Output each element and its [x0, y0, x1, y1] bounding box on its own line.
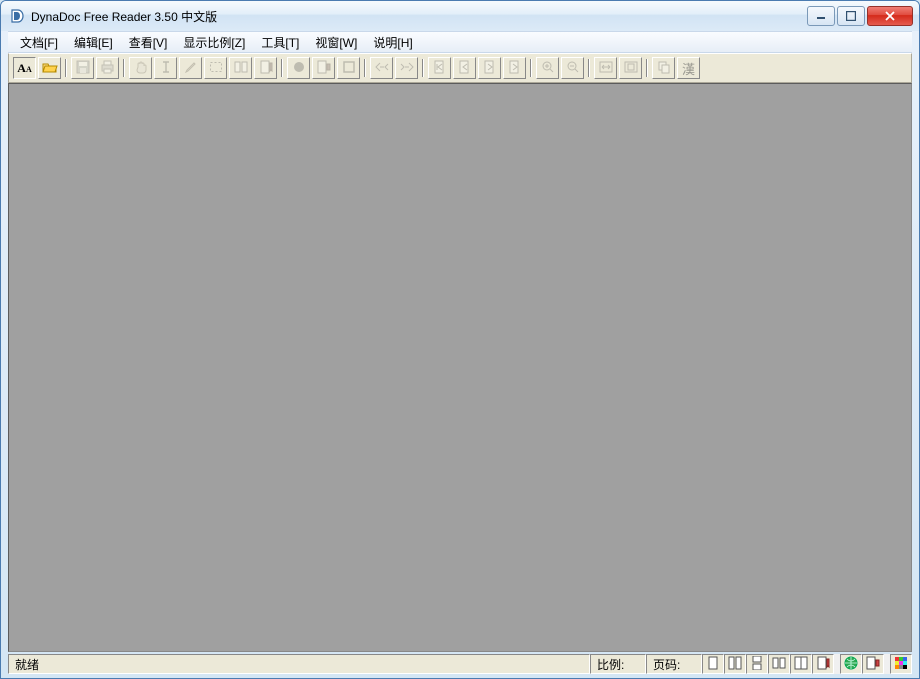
- text-select-button[interactable]: [154, 57, 177, 79]
- print-icon: [100, 60, 115, 77]
- hand-tool-button[interactable]: [129, 57, 152, 79]
- status-nav-button[interactable]: [862, 654, 884, 674]
- fit-width-icon: [599, 61, 613, 76]
- status-nav-icon: [866, 656, 880, 673]
- menu-file[interactable]: 文档[F]: [12, 32, 66, 53]
- close-button[interactable]: [867, 6, 913, 26]
- back-button[interactable]: [370, 57, 393, 79]
- pencil-icon: [184, 60, 198, 77]
- status-single-page-button[interactable]: [702, 654, 724, 674]
- status-bookmark-button[interactable]: [812, 654, 834, 674]
- continuous-icon: [751, 656, 763, 673]
- fit-page-icon: [624, 61, 638, 76]
- fit-page-button[interactable]: [619, 57, 642, 79]
- font-button[interactable]: AA: [13, 57, 36, 79]
- single-page-icon: [707, 656, 719, 673]
- fwd-back-icon: [399, 61, 415, 76]
- next-page-button[interactable]: [478, 57, 501, 79]
- status-ready: 就绪: [8, 654, 590, 674]
- prev-page-button[interactable]: [453, 57, 476, 79]
- record-button[interactable]: [287, 57, 310, 79]
- next-page-icon: [483, 60, 497, 77]
- bookmark-button[interactable]: [254, 57, 277, 79]
- status-palette-button[interactable]: [890, 654, 912, 674]
- bookmark-icon: [259, 60, 273, 77]
- thumbs-icon: [772, 657, 786, 672]
- open-folder-icon: [42, 60, 58, 77]
- zoom-in-icon: [541, 60, 555, 77]
- menu-edit[interactable]: 编辑[E]: [66, 32, 121, 53]
- window-controls: [805, 6, 913, 26]
- zoom-out-icon: [566, 60, 580, 77]
- toolbar-separator: [63, 57, 69, 79]
- cjk-icon: 漢: [682, 59, 695, 78]
- two-page-icon: [728, 656, 742, 673]
- page-thumb-icon: [234, 61, 248, 76]
- title-bar[interactable]: DynaDoc Free Reader 3.50 中文版: [1, 1, 919, 31]
- toolbar-separator: [362, 57, 368, 79]
- text-select-icon: [160, 60, 172, 77]
- rect-dash-icon: [209, 61, 223, 76]
- status-two-page-button[interactable]: [724, 654, 746, 674]
- zoom-in-button[interactable]: [536, 57, 559, 79]
- copy-button[interactable]: [652, 57, 675, 79]
- menu-window[interactable]: 视窗[W]: [307, 32, 365, 53]
- toolbar-separator: [279, 57, 285, 79]
- status-bookmark-icon: [816, 656, 830, 673]
- toolbar: AA: [8, 53, 912, 83]
- status-page-label: 页码:: [646, 654, 702, 674]
- open-button[interactable]: [38, 57, 61, 79]
- toolbar-separator: [586, 57, 592, 79]
- fit-width-button[interactable]: [594, 57, 617, 79]
- window-title: DynaDoc Free Reader 3.50 中文版: [31, 8, 805, 25]
- app-icon: [9, 8, 25, 24]
- palette-icon: [894, 656, 908, 673]
- toolbar-separator: [528, 57, 534, 79]
- toolbar-separator: [121, 57, 127, 79]
- last-page-button[interactable]: [503, 57, 526, 79]
- first-page-button[interactable]: [428, 57, 451, 79]
- status-continuous-button[interactable]: [746, 654, 768, 674]
- toolbar-separator: [420, 57, 426, 79]
- maximize-button[interactable]: [837, 6, 865, 26]
- pencil-button[interactable]: [179, 57, 202, 79]
- status-bar: 就绪 比例: 页码:: [8, 654, 912, 674]
- square-icon: [343, 61, 355, 76]
- forward-button[interactable]: [395, 57, 418, 79]
- menu-zoom[interactable]: 显示比例[Z]: [175, 32, 253, 53]
- thumbnail-button[interactable]: [229, 57, 252, 79]
- minimize-button[interactable]: [807, 6, 835, 26]
- menu-bar: 文档[F] 编辑[E] 查看[V] 显示比例[Z] 工具[T] 视窗[W] 说明…: [8, 31, 912, 53]
- copy-icon: [657, 60, 671, 77]
- menu-help[interactable]: 说明[H]: [365, 32, 420, 53]
- status-facing-button[interactable]: [790, 654, 812, 674]
- back-fwd-icon: [374, 61, 390, 76]
- prev-page-icon: [458, 60, 472, 77]
- print-button[interactable]: [96, 57, 119, 79]
- status-thumbs-button[interactable]: [768, 654, 790, 674]
- menu-tools[interactable]: 工具[T]: [253, 32, 307, 53]
- document-area[interactable]: [8, 83, 912, 652]
- stop-button[interactable]: [337, 57, 360, 79]
- font-aa-icon: AA: [17, 61, 31, 76]
- facing-icon: [794, 656, 808, 673]
- status-web-button[interactable]: [840, 654, 862, 674]
- toolbar-separator: [644, 57, 650, 79]
- first-page-icon: [433, 60, 447, 77]
- last-page-icon: [508, 60, 522, 77]
- menu-view[interactable]: 查看[V]: [121, 32, 176, 53]
- marquee-button[interactable]: [204, 57, 227, 79]
- app-window: DynaDoc Free Reader 3.50 中文版 文档[F] 编辑[E]…: [0, 0, 920, 679]
- hand-icon: [134, 60, 148, 77]
- zoom-out-button[interactable]: [561, 57, 584, 79]
- dot-icon: [293, 61, 305, 76]
- globe-icon: [844, 656, 858, 673]
- save-icon: [76, 60, 90, 77]
- page-nav-icon: [317, 60, 331, 77]
- save-button[interactable]: [71, 57, 94, 79]
- status-ratio-label: 比例:: [590, 654, 646, 674]
- nav-panel-button[interactable]: [312, 57, 335, 79]
- cjk-button[interactable]: 漢: [677, 57, 700, 79]
